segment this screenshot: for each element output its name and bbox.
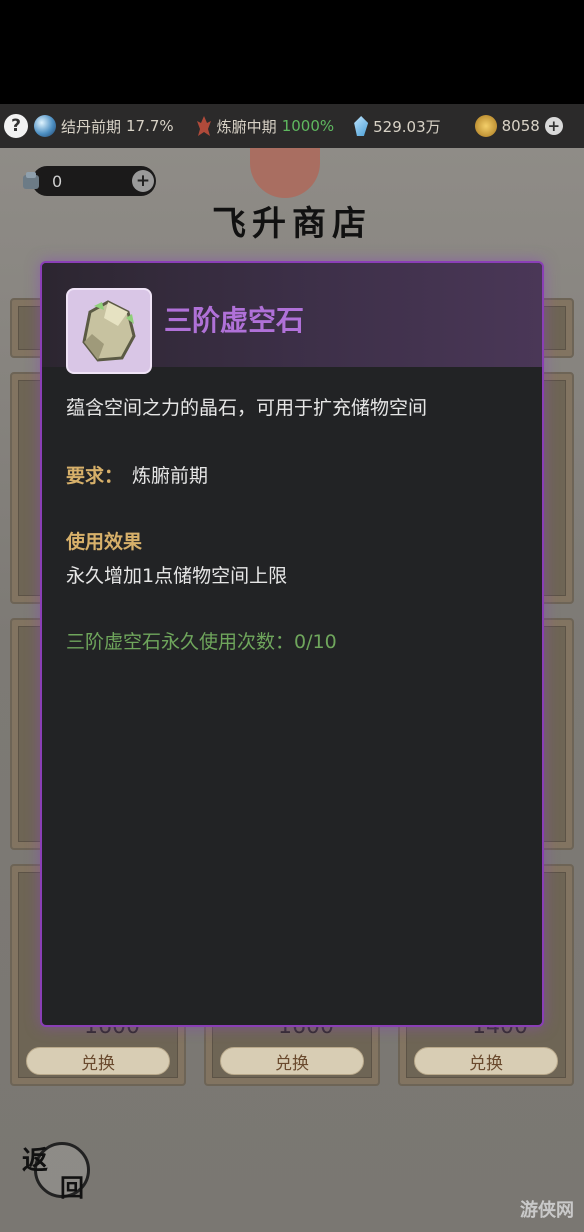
ticket-counter: 0 + (23, 166, 156, 196)
spirit-stone-icon (354, 116, 369, 136)
exchange-button[interactable]: 兑换 (26, 1047, 170, 1075)
add-coins-button[interactable]: + (544, 117, 563, 135)
void-stone-icon (82, 300, 136, 362)
help-icon[interactable]: ? (4, 114, 28, 138)
coin-count: 8058 (501, 117, 540, 135)
ticket-icon (23, 172, 39, 189)
item-description: 蕴含空间之力的晶石，可用于扩充储物空间 (66, 397, 428, 419)
back-button[interactable]: 返 回 (22, 1140, 90, 1204)
item-name: 三阶虚空石 (164, 304, 305, 337)
spirit-stone-count: 529.03万 (373, 117, 441, 136)
shop-title: 飞升商店 (212, 204, 372, 244)
watermark: 游侠网 (520, 1200, 574, 1221)
body-refine-label: 炼腑中期 (216, 117, 277, 136)
body-refine-percent: 1000% (281, 117, 335, 135)
requirement-label: 要求： (66, 465, 124, 487)
back-label-2: 回 (60, 1173, 84, 1202)
status-bar: ? 结丹前期 17.7% 炼腑中期 1000% 529.03万 8058 + (0, 104, 584, 148)
exchange-button[interactable]: 兑换 (414, 1047, 558, 1075)
top-black-band (0, 0, 584, 104)
ticket-count: 0 (52, 171, 63, 191)
add-ticket-button[interactable]: + (132, 170, 154, 192)
item-detail-popup: 三阶虚空石 蕴含空间之力的晶石，可用于扩充储物空间 要求： 炼腑前期 使用效果 … (40, 261, 544, 1027)
coin-icon (474, 115, 497, 137)
requirement-value: 炼腑前期 (132, 465, 209, 487)
cultivation-percent: 17.7% (126, 117, 174, 135)
cultivation-orb-icon (34, 115, 56, 137)
effect-value: 永久增加1点储物空间上限 (66, 565, 288, 587)
cultivation-label: 结丹前期 (61, 117, 122, 136)
body-refine-icon (196, 116, 211, 136)
back-label-1: 返 (22, 1146, 49, 1176)
effect-label: 使用效果 (66, 531, 143, 553)
usage-count: 三阶虚空石永久使用次数：0/10 (66, 631, 337, 653)
item-icon-frame (66, 288, 152, 374)
exchange-button[interactable]: 兑换 (220, 1047, 364, 1075)
